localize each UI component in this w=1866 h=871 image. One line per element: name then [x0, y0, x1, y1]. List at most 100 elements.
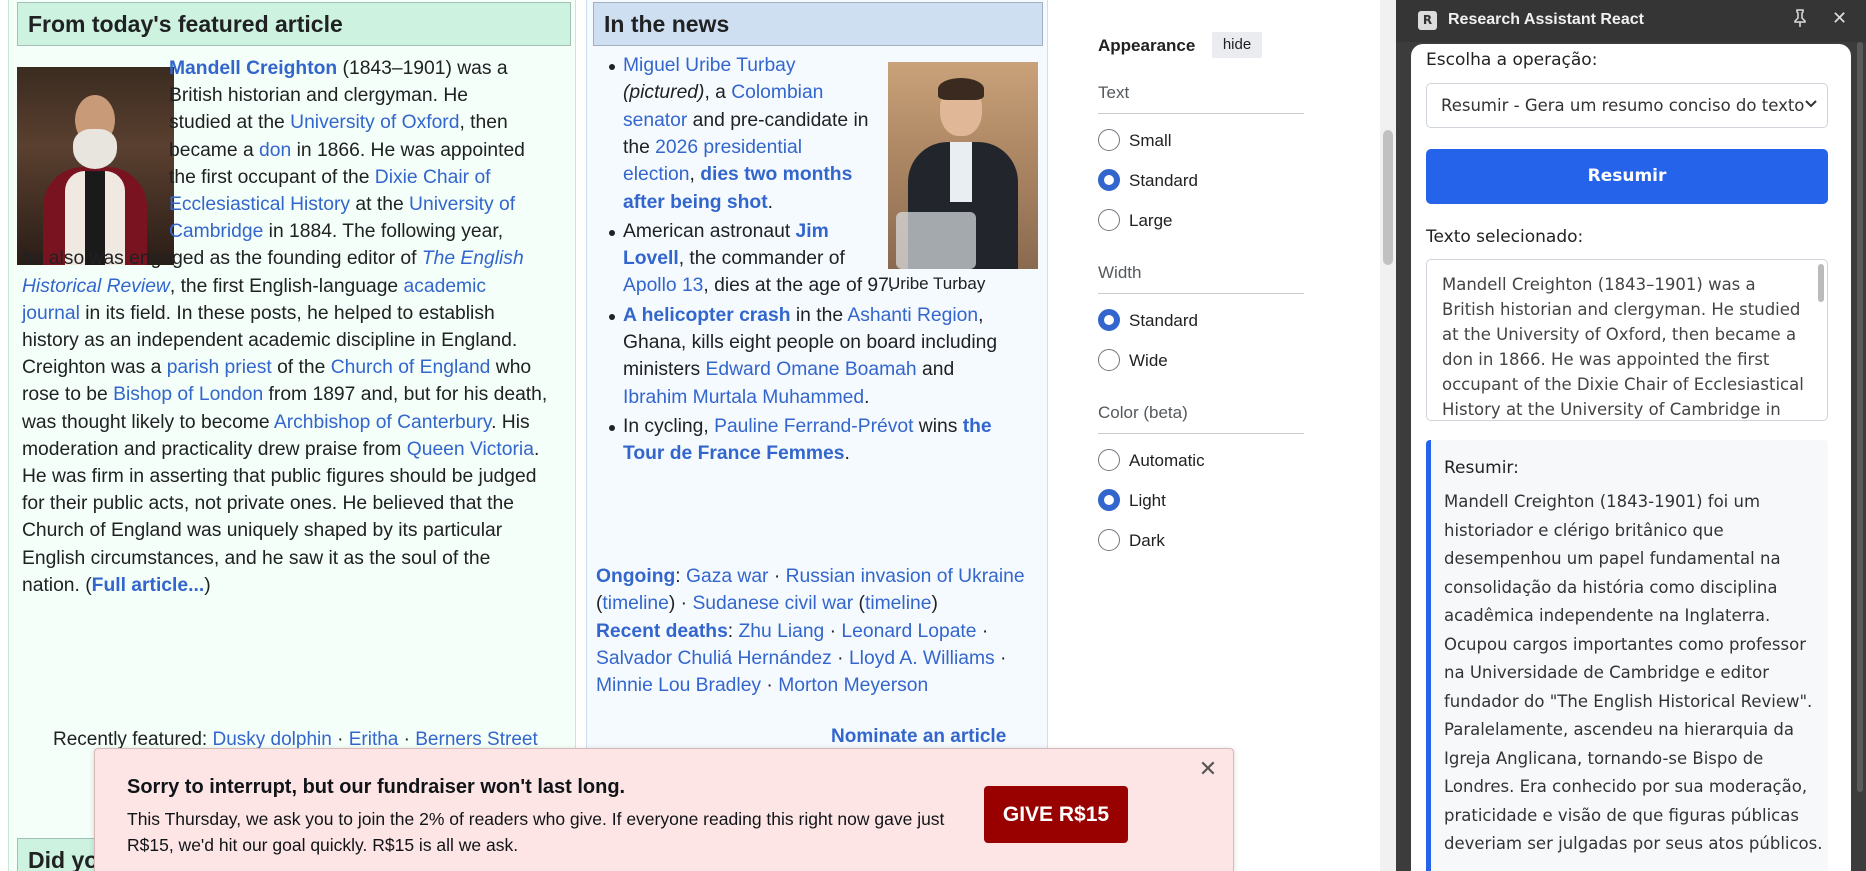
article-link[interactable]: Queen Victoria — [407, 439, 534, 460]
textbox-scrollbar[interactable] — [1818, 264, 1824, 302]
article-link[interactable]: 2026 presidential — [655, 137, 802, 158]
article-link[interactable]: Eritha — [349, 729, 399, 750]
scrollbar-thumb[interactable] — [1383, 130, 1393, 265]
radio-button[interactable] — [1098, 529, 1120, 551]
radio-label[interactable]: Standard — [1129, 311, 1198, 331]
article-link[interactable]: Ashanti Region — [847, 305, 978, 326]
radio-button[interactable] — [1098, 209, 1120, 231]
article-link[interactable]: Edward Omane Boamah — [706, 359, 917, 380]
article-link[interactable]: The English — [422, 248, 524, 269]
uribe-turbay-photo[interactable] — [888, 62, 1038, 269]
article-link[interactable]: Ecclesiastical History — [169, 194, 350, 215]
text-span: : — [727, 620, 739, 642]
article-link[interactable]: Tour de France Femmes — [623, 443, 844, 464]
article-link[interactable]: Ongoing — [596, 566, 675, 587]
extension-scrollbar[interactable] — [1854, 42, 1866, 871]
article-link[interactable]: academic — [404, 276, 487, 297]
photo-caption: Uribe Turbay — [888, 274, 986, 293]
article-link[interactable]: University of — [409, 194, 515, 215]
article-link[interactable]: Dixie Chair of — [375, 167, 491, 188]
radio-button[interactable] — [1098, 489, 1120, 511]
article-link[interactable]: Church of England — [331, 357, 491, 378]
radio-button[interactable] — [1098, 169, 1120, 191]
article-link[interactable]: don — [259, 140, 291, 161]
article-link[interactable]: Cambridge — [169, 221, 263, 242]
article-link[interactable]: election — [623, 164, 689, 185]
article-link[interactable]: after being shot — [623, 192, 768, 213]
article-link[interactable]: Full article... — [92, 575, 205, 596]
text-span: , the first English-language — [169, 275, 404, 297]
article-link[interactable]: the — [963, 416, 992, 437]
article-link[interactable]: Lloyd A. Williams — [849, 648, 995, 669]
radio-button[interactable] — [1098, 449, 1120, 471]
radio-button[interactable] — [1098, 349, 1120, 371]
article-link[interactable]: timeline — [865, 593, 931, 614]
text-span: nation. ( — [22, 574, 92, 596]
page-scrollbar[interactable] — [1380, 0, 1396, 871]
radio-label[interactable]: Automatic — [1129, 451, 1205, 471]
article-link[interactable]: Leonard Lopate — [841, 621, 976, 642]
article-link[interactable]: University of Oxford — [290, 112, 459, 133]
article-link[interactable]: Salvador Chuliá Hernández — [596, 648, 832, 669]
article-link[interactable]: Lovell — [623, 248, 679, 269]
text-span: · — [398, 729, 416, 750]
radio-label[interactable]: Small — [1129, 131, 1172, 151]
radio-label[interactable]: Light — [1129, 491, 1166, 511]
article-link[interactable]: Berners Street — [415, 729, 538, 750]
article-link[interactable]: Zhu Liang — [739, 621, 825, 642]
article-link[interactable]: dies two months — [700, 164, 852, 185]
article-link[interactable]: Recent deaths — [596, 621, 728, 642]
close-icon[interactable]: ✕ — [1198, 758, 1218, 780]
article-link[interactable]: Gaza war — [686, 566, 769, 587]
radio-label[interactable]: Wide — [1129, 351, 1168, 371]
article-line: Cambridge in 1884. The following year, — [169, 218, 503, 245]
nominate-article-link[interactable]: Nominate an article — [831, 726, 1006, 748]
article-link[interactable]: Pauline Ferrand-Prévot — [714, 416, 913, 437]
pin-icon[interactable] — [1792, 9, 1808, 32]
article-link[interactable]: A helicopter crash — [623, 305, 791, 326]
article-link[interactable]: Jim — [796, 221, 829, 242]
text-span: · — [768, 566, 786, 587]
selected-text-box[interactable]: Mandell Creighton (1843–1901) was a Brit… — [1426, 259, 1828, 421]
mandell-creighton-portrait[interactable] — [17, 67, 174, 265]
operation-select[interactable]: Resumir - Gera um resumo conciso do text… — [1426, 83, 1828, 128]
article-link[interactable]: Russian invasion of Ukraine — [786, 566, 1025, 587]
article-link[interactable]: senator — [623, 110, 687, 131]
appearance-hide-button[interactable]: hide — [1212, 32, 1262, 58]
article-link[interactable]: journal — [22, 303, 80, 324]
give-button[interactable]: GIVE R$15 — [984, 786, 1128, 843]
text-span: He was firm in asserting that public fig… — [22, 466, 537, 487]
close-icon[interactable]: ✕ — [1832, 8, 1847, 29]
article-link[interactable]: Mandell Creighton — [169, 58, 337, 79]
selected-text-content: Mandell Creighton (1843–1901) was a Brit… — [1442, 275, 1804, 419]
summary-result: Resumir: Mandell Creighton (1843-1901) f… — [1426, 440, 1828, 871]
radio-button[interactable] — [1098, 129, 1120, 151]
radio-label[interactable]: Large — [1129, 211, 1172, 231]
text-size-title: Text — [1098, 83, 1130, 102]
news-line: American astronaut Jim — [623, 218, 829, 245]
fundraiser-text: This Thursday, we ask you to join the 2%… — [127, 809, 945, 855]
news-line: the 2026 presidential — [623, 134, 802, 161]
text-span: (1843–1901) was a — [337, 58, 508, 79]
article-link[interactable]: Miguel Uribe Turbay — [623, 55, 796, 76]
radio-label[interactable]: Dark — [1129, 531, 1165, 551]
article-link[interactable]: Sudanese civil war — [692, 593, 853, 614]
article-link[interactable]: Historical Review — [22, 276, 170, 297]
article-link[interactable]: Archbishop of Canterbury — [274, 412, 491, 433]
article-link[interactable]: Apollo 13 — [623, 275, 703, 296]
summarize-button[interactable]: Resumir — [1426, 149, 1828, 204]
radio-label[interactable]: Standard — [1129, 171, 1198, 191]
article-link[interactable]: Dusky dolphin — [212, 729, 331, 750]
text-span: . — [533, 438, 540, 460]
article-link[interactable]: parish priest — [167, 357, 272, 378]
bullet-marker — [609, 424, 615, 431]
scrollbar-thumb[interactable] — [1857, 42, 1863, 792]
article-link[interactable]: Colombian — [731, 82, 823, 103]
radio-button[interactable] — [1098, 309, 1120, 331]
article-link[interactable]: Bishop of London — [113, 384, 263, 405]
article-link[interactable]: Morton Meyerson — [778, 675, 928, 696]
article-link[interactable]: Minnie Lou Bradley — [596, 675, 761, 696]
article-link[interactable]: timeline — [602, 593, 668, 614]
extension-content: Escolha a operação: Resumir - Gera um re… — [1411, 44, 1851, 871]
article-link[interactable]: Ibrahim Murtala Muhammed — [623, 387, 864, 408]
